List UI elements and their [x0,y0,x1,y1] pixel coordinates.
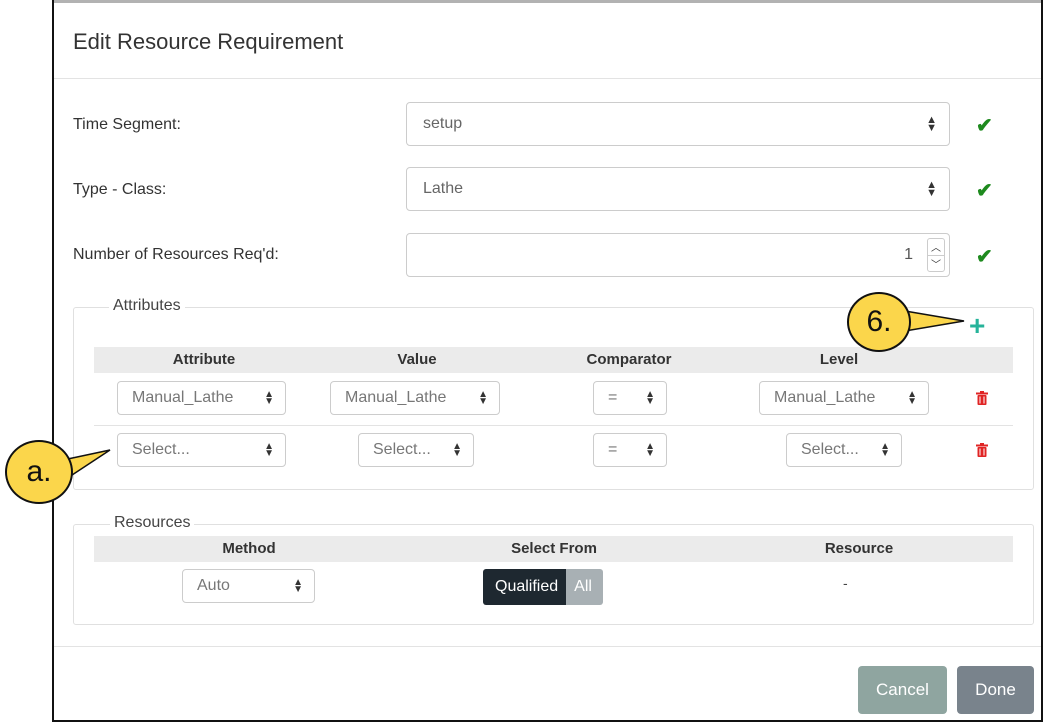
resource-value: - [843,575,848,591]
header-resource: Resource [824,540,894,557]
time-segment-select[interactable]: setup ▲ ▼ [406,102,950,146]
check-icon: ✔ [976,180,993,202]
callout-a: a. [5,440,73,504]
time-segment-value: setup [423,115,463,132]
method-value: Auto [197,577,230,594]
select-arrows-icon: ▲ ▼ [645,441,655,459]
select-arrows-icon: ▲ ▼ [926,179,937,199]
resources-legend: Resources [110,514,195,532]
method-select[interactable]: Auto ▲ ▼ [182,569,315,603]
select-arrows-icon: ▲ ▼ [478,389,488,407]
select-arrows-icon: ▲ ▼ [293,577,303,595]
comparator-value: = [608,441,618,458]
attributes-legend: Attributes [109,297,185,315]
attribute-value: Manual_Lathe [132,389,234,406]
delete-row-icon[interactable] [976,391,988,405]
level-select[interactable]: Select... ▲ ▼ [786,433,902,467]
attribute-select[interactable]: Select... ▲ ▼ [117,433,286,467]
row-divider [94,425,1013,426]
select-arrows-icon: ▲ ▼ [907,389,917,407]
edit-resource-dialog: Edit Resource Requirement Time Segment: … [52,0,1043,722]
select-arrows-icon: ▲ ▼ [880,441,890,459]
resources-header-row: Method Select From Resource [94,536,1013,562]
type-class-select[interactable]: Lathe ▲ ▼ [406,167,950,211]
add-attribute-icon[interactable]: + [969,312,985,340]
check-icon: ✔ [976,246,993,268]
check-icon: ✔ [976,115,993,137]
number-spinner: ︿ ﹀ [927,238,945,272]
cancel-button[interactable]: Cancel [858,666,947,714]
callout-six: 6. [847,292,911,352]
num-resources-value: 1 [904,246,913,263]
all-toggle-button[interactable]: All [566,569,603,605]
num-resources-input[interactable]: 1 ︿ ﹀ [406,233,950,277]
num-resources-label: Number of Resources Req'd: [73,246,279,263]
select-from-toggle: Qualified All [483,569,603,605]
select-arrows-icon: ▲ ▼ [645,389,655,407]
comparator-value: = [608,389,618,406]
footer-divider [54,646,1041,647]
comparator-select[interactable]: = ▲ ▼ [593,381,667,415]
type-class-label: Type - Class: [73,181,167,198]
select-arrows-icon: ▲ ▼ [264,389,274,407]
type-class-value: Lathe [423,180,464,197]
header-value: Value [397,351,437,368]
header-comparator: Comparator [586,351,672,368]
delete-row-icon[interactable] [976,443,988,457]
comparator-select[interactable]: = ▲ ▼ [593,433,667,467]
value-value: Select... [373,441,431,458]
attribute-value: Select... [132,441,190,458]
time-segment-label: Time Segment: [73,116,181,133]
qualified-toggle-button[interactable]: Qualified [483,569,567,605]
level-value: Select... [801,441,859,458]
header-select-from: Select From [511,540,597,557]
value-select[interactable]: Select... ▲ ▼ [358,433,474,467]
value-select[interactable]: Manual_Lathe ▲ ▼ [330,381,500,415]
level-value: Manual_Lathe [774,389,876,406]
value-value: Manual_Lathe [345,389,447,406]
header-attribute: Attribute [172,351,236,368]
attribute-select[interactable]: Manual_Lathe ▲ ▼ [117,381,286,415]
spin-up-icon[interactable]: ︿ [928,239,944,256]
done-button[interactable]: Done [957,666,1034,714]
select-arrows-icon: ▲ ▼ [926,114,937,134]
level-select[interactable]: Manual_Lathe ▲ ▼ [759,381,929,415]
header-method: Method [222,540,276,557]
select-arrows-icon: ▲ ▼ [452,441,462,459]
dialog-header: Edit Resource Requirement [54,0,1041,79]
select-arrows-icon: ▲ ▼ [264,441,274,459]
spin-down-icon[interactable]: ﹀ [928,256,944,272]
dialog-title: Edit Resource Requirement [73,29,344,54]
header-level: Level [819,351,859,368]
